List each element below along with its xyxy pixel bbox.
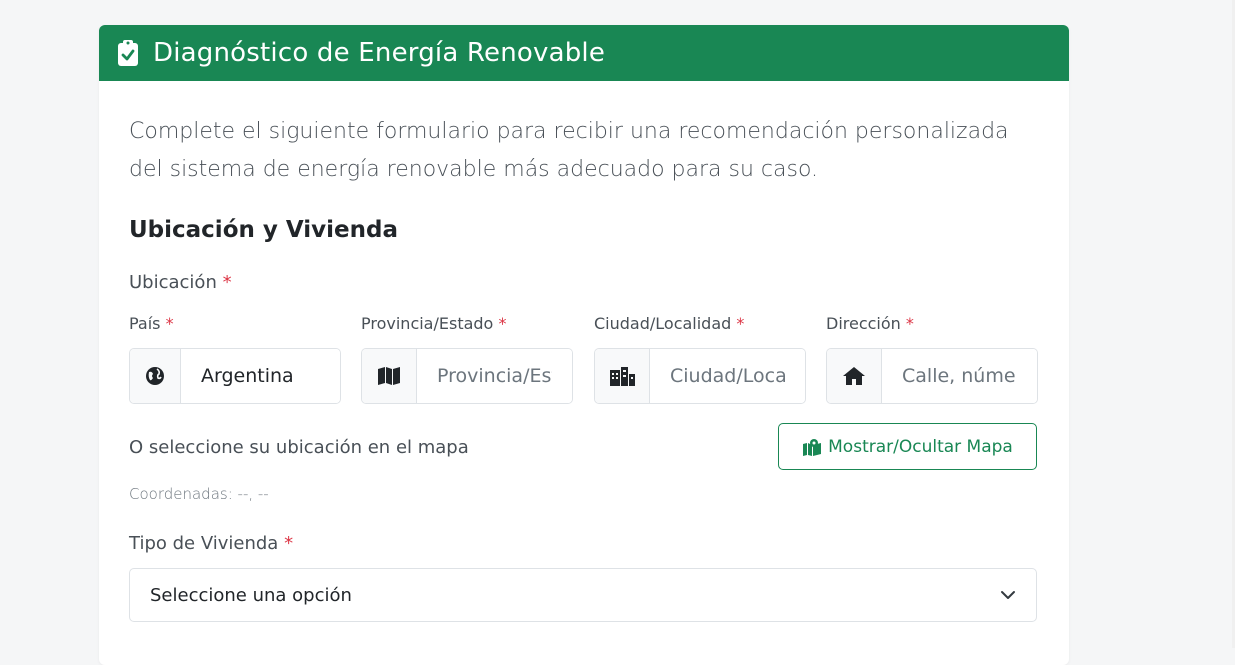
home-icon (827, 349, 882, 403)
field-label-text: País (129, 314, 161, 333)
field-label: Ciudad/Localidad * (594, 314, 806, 338)
chevron-down-icon (1000, 587, 1016, 603)
coordinates-text: Coordenadas: --, -- (129, 485, 269, 503)
map-marked-icon (802, 438, 822, 456)
field-direccion: Dirección * (826, 314, 1038, 404)
required-marker: * (736, 314, 745, 333)
field-label: Provincia/Estado * (361, 314, 573, 338)
field-label: País * (129, 314, 341, 338)
intro-text: Complete el siguiente formulario para re… (129, 119, 1009, 182)
input-group (594, 348, 806, 404)
section-title: Ubicación y Vivienda (129, 217, 398, 243)
field-ciudad: Ciudad/Localidad * (594, 314, 806, 404)
select-value: Seleccione una opción (150, 584, 352, 606)
clipboard-check-icon (117, 38, 141, 68)
input-group (129, 348, 341, 404)
field-label-text: Provincia/Estado (361, 314, 494, 333)
province-input[interactable] (417, 349, 572, 403)
toggle-map-button[interactable]: Mostrar/Ocultar Mapa (778, 423, 1037, 470)
field-label-text: Ciudad/Localidad (594, 314, 732, 333)
toggle-map-label: Mostrar/Ocultar Mapa (828, 436, 1013, 457)
map-select-text: O seleccione su ubicación en el mapa (129, 437, 469, 458)
required-marker: * (905, 314, 914, 333)
required-marker: * (222, 272, 232, 293)
address-input[interactable] (882, 349, 1037, 403)
tipo-vivienda-label: Tipo de Vivienda * (129, 533, 293, 554)
field-label: Dirección * (826, 314, 1038, 338)
city-icon (595, 349, 650, 403)
diagnostic-card: Diagnóstico de Energía Renovable Complet… (99, 25, 1069, 665)
input-group (826, 348, 1038, 404)
field-pais: País * (129, 314, 341, 404)
field-label-text: Dirección (826, 314, 901, 333)
country-input[interactable] (181, 349, 340, 403)
tipo-vivienda-label-text: Tipo de Vivienda (129, 533, 279, 554)
required-marker: * (498, 314, 507, 333)
field-provincia: Provincia/Estado * (361, 314, 573, 404)
input-group (361, 348, 573, 404)
required-marker: * (165, 314, 174, 333)
tipo-vivienda-select[interactable]: Seleccione una opción (129, 568, 1037, 622)
map-icon (362, 349, 417, 403)
card-header: Diagnóstico de Energía Renovable (99, 25, 1069, 81)
globe-icon (130, 349, 181, 403)
required-marker: * (284, 533, 294, 554)
city-input[interactable] (650, 349, 805, 403)
page-title: Diagnóstico de Energía Renovable (153, 38, 606, 68)
ubicacion-label: Ubicación * (129, 272, 232, 293)
ubicacion-label-text: Ubicación (129, 272, 217, 293)
